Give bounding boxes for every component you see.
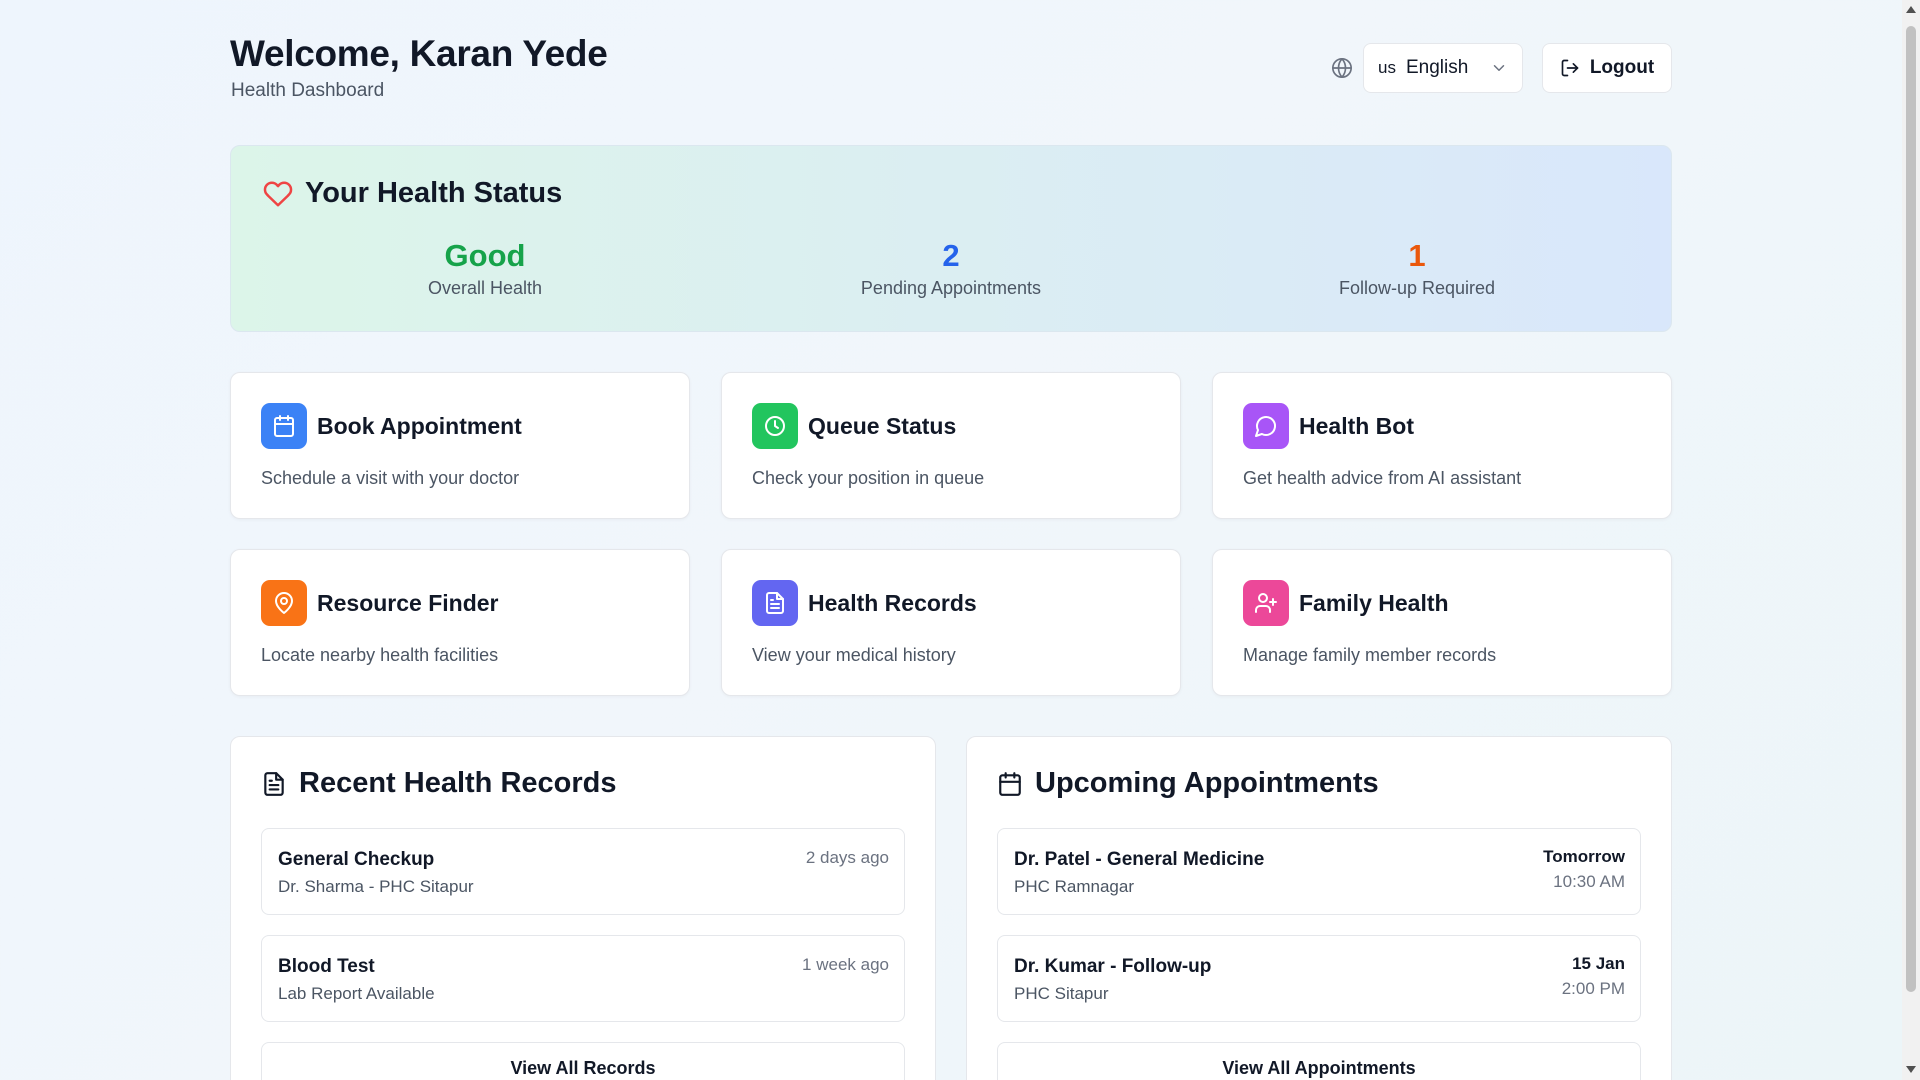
logout-icon — [1561, 59, 1579, 77]
card-description: Schedule a visit with your doctor — [261, 468, 520, 488]
appointment-name: Dr. Patel - General Medicine — [1014, 849, 1265, 870]
family-health-card[interactable]: Family Health Manage family member recor… — [1212, 549, 1672, 696]
stat-overall-health: Good Overall Health — [335, 238, 635, 299]
card-title: Family Health — [1299, 590, 1449, 616]
scroll-down-arrow-icon[interactable] — [1906, 1066, 1916, 1073]
record-name: General Checkup — [278, 849, 435, 870]
stat-label: Pending Appointments — [860, 278, 1042, 298]
stat-label: Overall Health — [427, 278, 543, 298]
appointment-name: Dr. Kumar - Follow-up — [1014, 956, 1212, 977]
card-description: Locate nearby health facilities — [261, 645, 499, 665]
upcoming-appointments-heading: Upcoming Appointments — [997, 767, 1379, 800]
calendar-icon — [261, 403, 307, 449]
scrollbar-thumb[interactable] — [1906, 26, 1916, 992]
appointment-time: 2:00 PM — [1561, 979, 1625, 998]
record-name: Blood Test — [278, 956, 375, 977]
card-description: Get health advice from AI assistant — [1243, 468, 1522, 488]
health-status-card: Your Health Status Good Overall Health 2… — [230, 145, 1672, 332]
file-text-icon — [264, 771, 284, 796]
card-title: Book Appointment — [317, 413, 522, 439]
language-selected-value: English — [1405, 57, 1469, 78]
scroll-up-arrow-icon[interactable] — [1906, 6, 1916, 13]
card-title: Resource Finder — [317, 590, 499, 616]
card-description: Manage family member records — [1243, 645, 1497, 665]
page-title: Welcome, Karan Yede — [230, 33, 608, 74]
dashboard-page: Welcome, Karan Yede Health Dashboard us … — [230, 0, 1672, 1080]
health-records-card[interactable]: Health Records View your medical history — [721, 549, 1181, 696]
record-detail: Lab Report Available — [278, 984, 435, 1003]
recent-records-heading: Recent Health Records — [261, 767, 617, 800]
vertical-scrollbar[interactable] — [1902, 0, 1920, 1080]
appointment-location: PHC Sitapur — [1014, 984, 1109, 1003]
record-time: 2 days ago — [805, 848, 889, 867]
heart-icon — [263, 181, 293, 206]
clock-icon — [752, 403, 798, 449]
card-description: View your medical history — [752, 645, 956, 665]
appointment-date: Tomorrow — [1543, 847, 1625, 866]
appointment-date: 15 Jan — [1572, 954, 1625, 973]
record-item[interactable]: General Checkup Dr. Sharma - PHC Sitapur… — [261, 828, 905, 915]
recent-records-title: Recent Health Records — [299, 767, 617, 799]
stat-label: Follow-up Required — [1338, 278, 1496, 298]
file-text-icon — [752, 580, 798, 626]
stat-value: 2 — [942, 238, 960, 273]
health-bot-card[interactable]: Health Bot Get health advice from AI ass… — [1212, 372, 1672, 519]
upcoming-appointments-panel: Upcoming Appointments Dr. Patel - Genera… — [966, 736, 1672, 1080]
record-time: 1 week ago — [802, 955, 889, 974]
appointment-item[interactable]: Dr. Patel - General Medicine PHC Ramnaga… — [997, 828, 1641, 915]
book-appointment-card[interactable]: Book Appointment Schedule a visit with y… — [230, 372, 690, 519]
map-pin-icon — [261, 580, 307, 626]
card-title: Health Bot — [1299, 413, 1414, 439]
appointment-location: PHC Ramnagar — [1014, 877, 1134, 896]
logout-label: Logout — [1589, 57, 1655, 78]
health-status-title: Your Health Status — [305, 177, 563, 209]
view-all-appointments-button[interactable]: View All Appointments — [997, 1042, 1641, 1080]
chat-icon — [1243, 403, 1289, 449]
stat-pending-appointments: 2 Pending Appointments — [801, 238, 1101, 299]
record-item[interactable]: Blood Test Lab Report Available 1 week a… — [261, 935, 905, 1022]
card-description: Check your position in queue — [752, 468, 985, 488]
stat-follow-up-required: 1 Follow-up Required — [1267, 238, 1567, 299]
calendar-icon — [999, 771, 1021, 796]
resource-finder-card[interactable]: Resource Finder Locate nearby health fac… — [230, 549, 690, 696]
appointment-time: 10:30 AM — [1553, 872, 1625, 891]
appointment-item[interactable]: Dr. Kumar - Follow-up PHC Sitapur 15 Jan… — [997, 935, 1641, 1022]
globe-icon — [1332, 58, 1352, 78]
queue-status-card[interactable]: Queue Status Check your position in queu… — [721, 372, 1181, 519]
stat-value: Good — [444, 238, 526, 273]
user-plus-icon — [1243, 580, 1289, 626]
recent-health-records-panel: Recent Health Records General Checkup Dr… — [230, 736, 936, 1080]
upcoming-appointments-title: Upcoming Appointments — [1035, 767, 1379, 799]
logout-button[interactable]: Logout — [1542, 43, 1672, 93]
stat-value: 1 — [1408, 238, 1426, 273]
language-select[interactable]: us English — [1363, 43, 1523, 93]
language-flag: us — [1378, 58, 1396, 77]
view-all-records-button[interactable]: View All Records — [261, 1042, 905, 1080]
health-status-heading: Your Health Status — [263, 177, 562, 210]
card-title: Health Records — [808, 590, 977, 616]
record-detail: Dr. Sharma - PHC Sitapur — [278, 877, 474, 896]
page-subtitle: Health Dashboard — [231, 80, 385, 101]
card-title: Queue Status — [808, 413, 957, 439]
header: Welcome, Karan Yede Health Dashboard us … — [230, 30, 1672, 110]
chevron-down-icon — [1493, 65, 1505, 71]
